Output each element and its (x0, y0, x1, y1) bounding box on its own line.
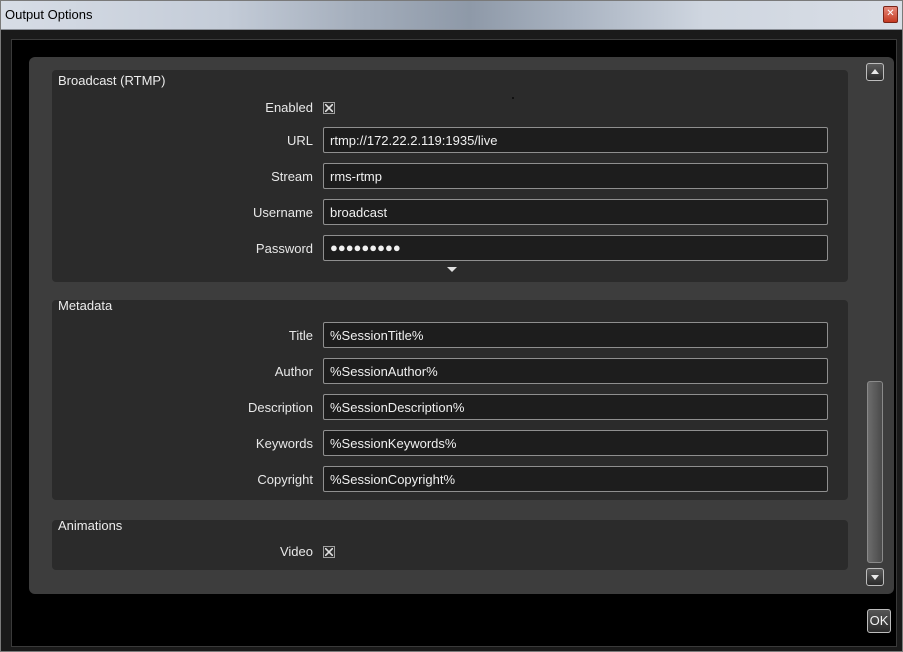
username-label: Username (253, 205, 313, 220)
description-label: Description (247, 400, 313, 415)
metadata-group-title: Metadata (58, 298, 113, 313)
scroll-down-icon (871, 575, 879, 580)
animations-group-title: Animations (58, 518, 123, 533)
username-field[interactable]: broadcast (323, 199, 828, 225)
title-label: Title (288, 328, 313, 343)
close-icon: ✕ (886, 8, 895, 19)
scroll-up-button[interactable] (866, 63, 884, 81)
url-label: URL (286, 133, 313, 148)
artifact-dot (512, 97, 514, 99)
vertical-scrollbar[interactable] (866, 63, 888, 587)
chevron-down-icon[interactable] (447, 267, 457, 272)
copyright-field[interactable]: %SessionCopyright% (323, 466, 828, 492)
enabled-checkbox[interactable] (323, 102, 335, 114)
password-field[interactable]: ●●●●●●●●● (323, 235, 828, 261)
broadcast-group-title: Broadcast (RTMP) (58, 73, 166, 88)
author-label: Author (274, 364, 313, 379)
scroll-up-icon (871, 69, 879, 74)
enabled-label: Enabled (265, 100, 313, 115)
stream-field[interactable]: rms-rtmp (323, 163, 828, 189)
check-x-icon (325, 548, 333, 556)
keywords-label: Keywords (255, 436, 313, 451)
video-label: Video (279, 544, 313, 559)
animations-group (52, 520, 848, 570)
close-button[interactable]: ✕ (883, 6, 898, 23)
copyright-label: Copyright (257, 472, 313, 487)
scroll-thumb[interactable] (867, 381, 883, 563)
ok-button[interactable]: OK (867, 609, 891, 633)
scroll-down-button[interactable] (866, 568, 884, 586)
title-bar[interactable]: Output Options ✕ (1, 1, 902, 30)
description-field[interactable]: %SessionDescription% (323, 394, 828, 420)
window-title: Output Options (5, 7, 93, 22)
stream-label: Stream (271, 169, 313, 184)
author-field[interactable]: %SessionAuthor% (323, 358, 828, 384)
password-label: Password (255, 241, 313, 256)
title-field[interactable]: %SessionTitle% (323, 322, 828, 348)
output-options-window: Output Options ✕ Broadcast (RTMP) Enable… (0, 0, 903, 652)
video-checkbox[interactable] (323, 546, 335, 558)
check-x-icon (325, 104, 333, 112)
keywords-field[interactable]: %SessionKeywords% (323, 430, 828, 456)
url-field[interactable]: rtmp://172.22.2.119:1935/live (323, 127, 828, 153)
